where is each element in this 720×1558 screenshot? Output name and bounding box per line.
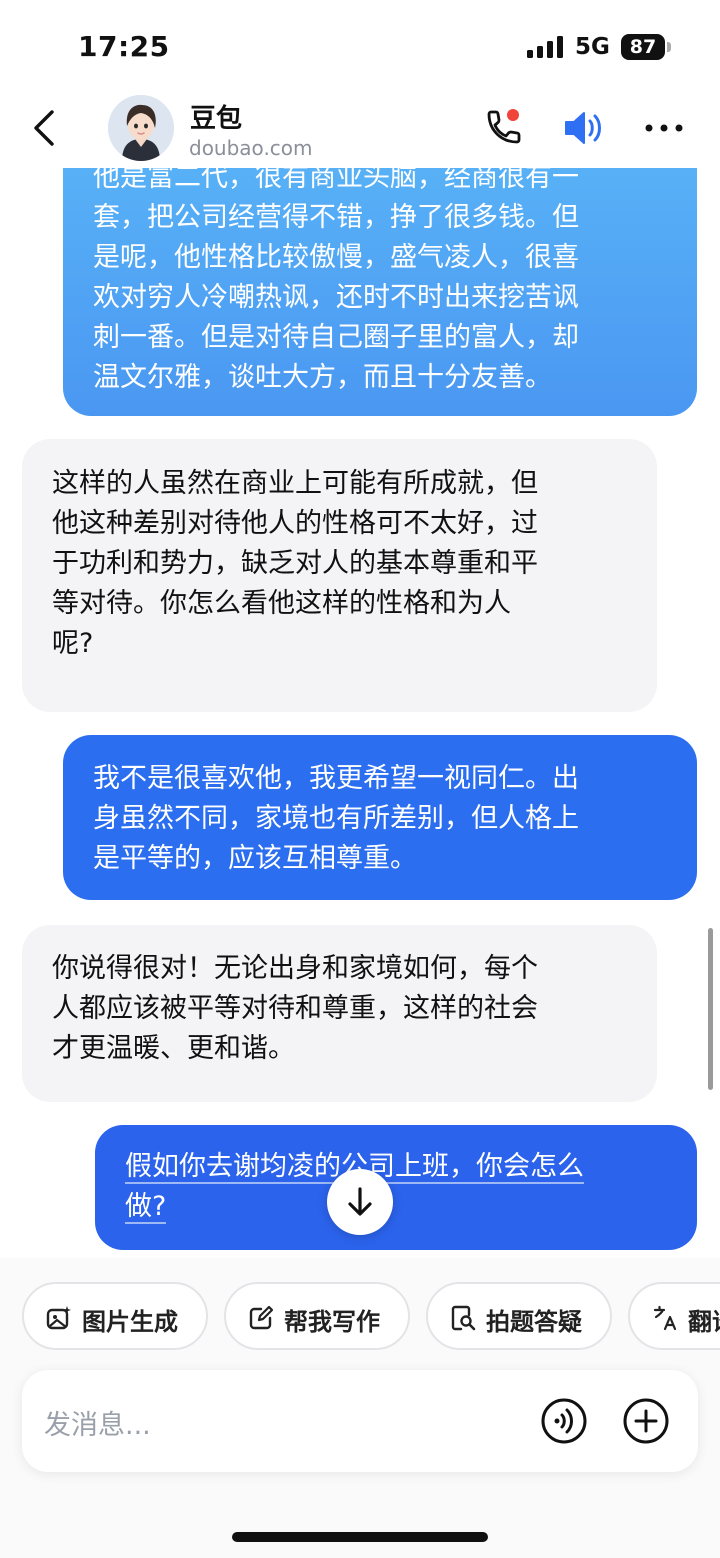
phone-call-icon[interactable] bbox=[481, 106, 525, 150]
chat-header: 豆包 doubao.com bbox=[0, 92, 720, 168]
network-label: 5G bbox=[575, 34, 610, 60]
bot-site: doubao.com bbox=[189, 136, 313, 160]
bottom-panel: 图片生成 帮我写作 拍题答疑 翻译 发消息... bbox=[0, 1258, 720, 1558]
chat-area[interactable]: 他是富二代，很有商业头脑，经商很有一 套，把公司经营得不错，挣了很多钱。但 是呢… bbox=[0, 168, 720, 1260]
message-line: 刺一番。但是对待自己圈子里的富人，却 bbox=[93, 322, 579, 353]
quick-action-photo-question[interactable]: 拍题答疑 bbox=[426, 1282, 612, 1350]
message-line: 我不是很喜欢他，我更希望一视同仁。出 bbox=[93, 763, 579, 794]
input-placeholder: 发消息... bbox=[44, 1410, 151, 1441]
battery-tip bbox=[667, 42, 671, 52]
quick-action-translate[interactable]: 翻译 bbox=[628, 1282, 720, 1350]
message-input[interactable]: 发消息... bbox=[22, 1370, 698, 1472]
speaker-icon[interactable] bbox=[562, 108, 606, 148]
message-line: 他是富二代，很有商业头脑，经商很有一 bbox=[93, 168, 579, 193]
quick-action-writing[interactable]: 帮我写作 bbox=[224, 1282, 410, 1350]
edit-icon bbox=[249, 1305, 274, 1330]
quick-action-label: 图片生成 bbox=[82, 1308, 178, 1336]
quick-action-image-gen[interactable]: 图片生成 bbox=[22, 1282, 208, 1350]
message-line: 于功利和势力，缺乏对人的基本尊重和平 bbox=[52, 548, 538, 579]
message-line: 他这种差别对待他人的性格可不太好，过 bbox=[52, 508, 538, 539]
quick-actions: 图片生成 帮我写作 拍题答疑 翻译 bbox=[0, 1282, 720, 1352]
message-line: 这样的人虽然在商业上可能有所成就，但 bbox=[52, 468, 538, 499]
home-indicator[interactable] bbox=[232, 1532, 488, 1542]
user-message[interactable]: 我不是很喜欢他，我更希望一视同仁。出 身虽然不同，家境也有所差别，但人格上 是平… bbox=[63, 735, 697, 900]
add-icon[interactable] bbox=[622, 1397, 670, 1445]
message-line: 是呢，他性格比较傲慢，盛气凌人，很喜 bbox=[93, 242, 579, 273]
battery-icon: 87 bbox=[621, 34, 665, 60]
quick-action-label: 拍题答疑 bbox=[486, 1308, 582, 1336]
message-line: 身虽然不同，家境也有所差别，但人格上 bbox=[93, 803, 579, 834]
message-line: 你说得很对！无论出身和家境如何，每个 bbox=[52, 953, 538, 984]
user-message[interactable]: 假如你去谢均凌的公司上班，你会怎么 做? bbox=[95, 1125, 697, 1250]
message-line: 欢对穷人冷嘲热讽，还时不时出来挖苦讽 bbox=[93, 282, 579, 313]
message-line: 是平等的，应该互相尊重。 bbox=[93, 843, 417, 874]
user-message[interactable]: 他是富二代，很有商业头脑，经商很有一 套，把公司经营得不错，挣了很多钱。但 是呢… bbox=[63, 168, 697, 416]
scroll-to-bottom-button[interactable] bbox=[327, 1169, 393, 1235]
translate-icon bbox=[653, 1305, 677, 1331]
avatar-illustration bbox=[108, 95, 174, 161]
message-line: 等对待。你怎么看他这样的性格和为人 bbox=[52, 588, 511, 619]
message-line: 做? bbox=[125, 1191, 167, 1224]
back-arrow-icon[interactable] bbox=[30, 108, 62, 148]
bot-message[interactable]: 这样的人虽然在商业上可能有所成就，但 他这种差别对待他人的性格可不太好，过 于功… bbox=[22, 439, 657, 712]
avatar[interactable] bbox=[108, 95, 174, 161]
bot-message[interactable]: 你说得很对！无论出身和家境如何，每个 人都应该被平等对待和尊重，这样的社会 才更… bbox=[22, 925, 657, 1102]
scrollbar[interactable] bbox=[708, 928, 713, 1090]
status-bar: 17:25 5G 87 bbox=[0, 0, 720, 92]
more-options-icon[interactable] bbox=[643, 114, 685, 142]
quick-action-label: 帮我写作 bbox=[284, 1308, 380, 1336]
image-gen-icon bbox=[46, 1306, 71, 1330]
status-time: 17:25 bbox=[78, 30, 170, 63]
message-line: 才更温暖、更和谐。 bbox=[52, 1033, 295, 1064]
arrow-down-icon bbox=[348, 1187, 372, 1216]
voice-input-icon[interactable] bbox=[540, 1397, 588, 1445]
message-line: 温文尔雅，谈吐大方，而且十分友善。 bbox=[93, 362, 552, 393]
signal-icon bbox=[527, 36, 563, 58]
bot-name: 豆包 bbox=[190, 104, 243, 134]
message-line: 呢? bbox=[52, 628, 94, 659]
message-line: 套，把公司经营得不错，挣了很多钱。但 bbox=[93, 202, 579, 233]
message-line: 人都应该被平等对待和尊重，这样的社会 bbox=[52, 993, 538, 1024]
doc-search-icon bbox=[451, 1305, 476, 1331]
quick-action-label: 翻译 bbox=[688, 1308, 720, 1336]
